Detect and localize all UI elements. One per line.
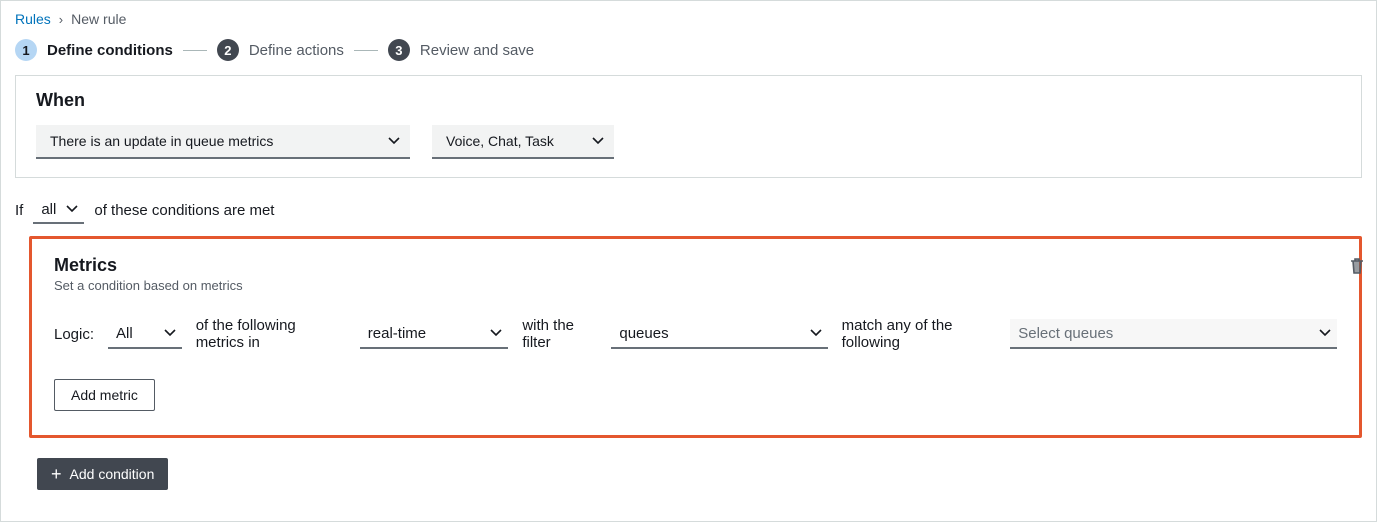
step-label: Define actions — [249, 42, 344, 59]
breadcrumb: Rules › New rule — [1, 1, 1376, 35]
step-review-save[interactable]: 3 Review and save — [388, 39, 534, 61]
text-with-filter: with the filter — [522, 317, 597, 351]
trash-icon[interactable] — [1349, 257, 1367, 277]
caret-down-icon — [1319, 329, 1331, 337]
text-of-following: of the following metrics in — [196, 317, 346, 351]
filter-select[interactable]: queues — [611, 319, 827, 349]
trigger-select[interactable]: There is an update in queue metrics — [36, 125, 410, 159]
queues-placeholder: Select queues — [1018, 325, 1113, 342]
step-define-conditions[interactable]: 1 Define conditions — [15, 39, 173, 61]
logic-select[interactable]: All — [108, 319, 182, 349]
if-mode-value: all — [41, 201, 56, 218]
add-condition-label: Add condition — [70, 466, 155, 482]
add-condition-button[interactable]: + Add condition — [37, 458, 168, 490]
text-match: match any of the following — [842, 317, 997, 351]
logic-value: All — [116, 325, 133, 342]
step-label: Define conditions — [47, 42, 173, 59]
chevron-right-icon: › — [59, 12, 63, 27]
caret-down-icon — [164, 329, 176, 337]
timeframe-value: real-time — [368, 325, 426, 342]
if-mode-select[interactable]: all — [33, 196, 84, 224]
channel-value: Voice, Chat, Task — [446, 133, 554, 149]
add-metric-button[interactable]: Add metric — [54, 379, 155, 411]
filter-value: queues — [619, 325, 668, 342]
queues-multiselect[interactable]: Select queues — [1010, 319, 1337, 349]
logic-label: Logic: — [54, 326, 94, 343]
step-label: Review and save — [420, 42, 534, 59]
metrics-title: Metrics — [54, 255, 243, 276]
if-prefix: If — [15, 202, 23, 219]
step-define-actions[interactable]: 2 Define actions — [217, 39, 344, 61]
if-clause: If all of these conditions are met — [1, 196, 1376, 236]
step-number: 1 — [15, 39, 37, 61]
timeframe-select[interactable]: real-time — [360, 319, 509, 349]
step-connector — [183, 50, 207, 51]
caret-down-icon — [388, 137, 400, 145]
step-number: 3 — [388, 39, 410, 61]
when-heading: When — [16, 76, 1361, 117]
plus-icon: + — [51, 467, 62, 481]
caret-down-icon — [810, 329, 822, 337]
metrics-condition-card: Metrics Set a condition based on metrics… — [29, 236, 1362, 438]
if-suffix: of these conditions are met — [94, 202, 274, 219]
step-number: 2 — [217, 39, 239, 61]
wizard-steps: 1 Define conditions 2 Define actions 3 R… — [1, 35, 1376, 75]
trigger-value: There is an update in queue metrics — [50, 133, 273, 149]
when-panel: When There is an update in queue metrics… — [15, 75, 1362, 178]
breadcrumb-root-link[interactable]: Rules — [15, 11, 51, 27]
caret-down-icon — [66, 205, 78, 213]
caret-down-icon — [592, 137, 604, 145]
step-connector — [354, 50, 378, 51]
channel-select[interactable]: Voice, Chat, Task — [432, 125, 614, 159]
metrics-subtitle: Set a condition based on metrics — [54, 278, 243, 293]
breadcrumb-current: New rule — [71, 11, 126, 27]
caret-down-icon — [490, 329, 502, 337]
